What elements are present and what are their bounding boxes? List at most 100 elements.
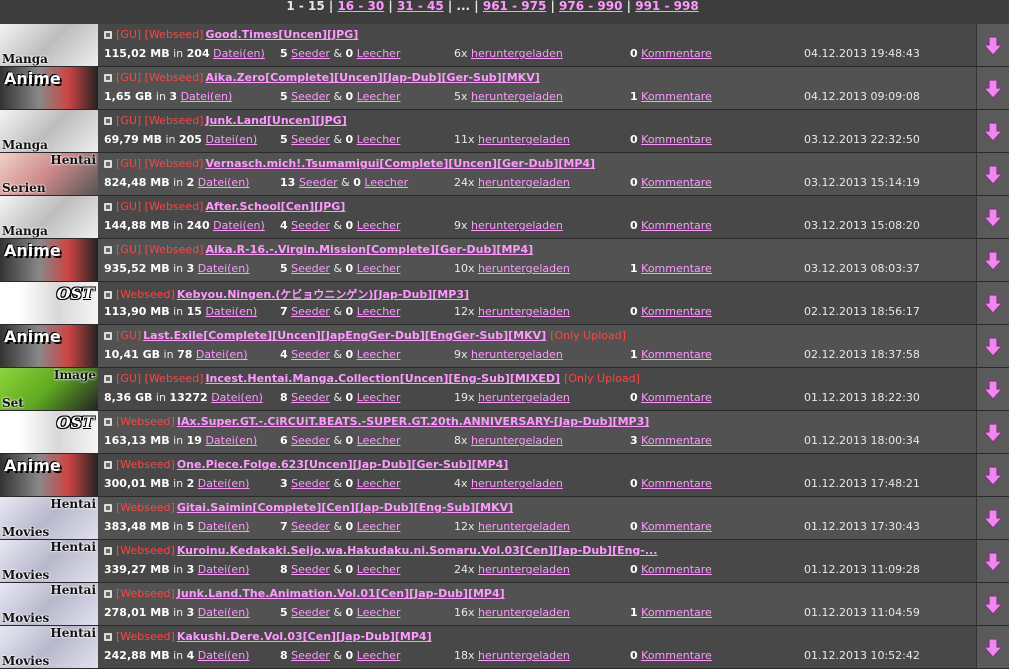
- torrent-title-link[interactable]: Kuroinu.Kedakaki.Seijo.wa.Hakudaku.ni.So…: [177, 544, 658, 557]
- downloaded-link[interactable]: heruntergeladen: [478, 649, 570, 662]
- download-arrow-icon[interactable]: [983, 466, 1003, 486]
- comments-link[interactable]: Kommentare: [641, 348, 712, 361]
- torrent-title-link[interactable]: Incest.Hentai.Manga.Collection[Uncen][En…: [205, 372, 560, 385]
- comments-link[interactable]: Kommentare: [641, 262, 712, 275]
- category-icon-anime[interactable]: Anime: [0, 67, 98, 109]
- leecher-link[interactable]: Leecher: [357, 520, 401, 533]
- files-link[interactable]: Datei(en): [198, 606, 250, 619]
- download-arrow-icon[interactable]: [983, 337, 1003, 357]
- downloaded-link[interactable]: heruntergeladen: [471, 219, 563, 232]
- seeder-link[interactable]: Seeder: [291, 90, 330, 103]
- download-arrow-icon[interactable]: [983, 36, 1003, 56]
- comments-link[interactable]: Kommentare: [641, 176, 712, 189]
- seeder-link[interactable]: Seeder: [291, 391, 330, 404]
- category-icon-movies[interactable]: Hentai Movies: [0, 540, 98, 582]
- category-icon-anime[interactable]: Anime: [0, 454, 98, 496]
- leecher-link[interactable]: Leecher: [357, 47, 401, 60]
- torrent-title-link[interactable]: One.Piece.Folge.623[Uncen][Jap-Dub][Ger-…: [177, 458, 509, 471]
- category-icon-manga[interactable]: Manga: [0, 24, 98, 66]
- files-link[interactable]: Datei(en): [198, 176, 250, 189]
- download-arrow-icon[interactable]: [983, 122, 1003, 142]
- leecher-link[interactable]: Leecher: [357, 348, 401, 361]
- torrent-title-link[interactable]: After.School[Cen][JPG]: [205, 200, 345, 213]
- category-icon-movies[interactable]: Hentai Movies: [0, 583, 98, 625]
- leecher-link[interactable]: Leecher: [357, 606, 401, 619]
- seeder-link[interactable]: Seeder: [291, 219, 330, 232]
- pager-link-16-30[interactable]: 16 - 30: [337, 0, 384, 13]
- torrent-title-link[interactable]: Aika.Zero[Complete][Uncen][Jap-Dub][Ger-…: [205, 71, 539, 84]
- download-arrow-icon[interactable]: [983, 165, 1003, 185]
- downloaded-link[interactable]: heruntergeladen: [478, 520, 570, 533]
- torrent-title-link[interactable]: Kebyou.Ningen.(ケビョウニンゲン)[Jap-Dub][MP3]: [177, 288, 469, 301]
- comments-link[interactable]: Kommentare: [641, 133, 712, 146]
- downloaded-link[interactable]: heruntergeladen: [471, 477, 563, 490]
- files-link[interactable]: Datei(en): [205, 434, 257, 447]
- torrent-title-link[interactable]: Good.Times[Uncen][JPG]: [205, 28, 358, 41]
- leecher-link[interactable]: Leecher: [357, 219, 401, 232]
- category-icon-movies[interactable]: Hentai Movies: [0, 626, 98, 668]
- torrent-title-link[interactable]: IAx.Super.GT.-.CiRCUiT.BEATS.-SUPER.GT.2…: [177, 415, 649, 428]
- downloaded-link[interactable]: heruntergeladen: [478, 133, 570, 146]
- pager-link-31-45[interactable]: 31 - 45: [397, 0, 444, 13]
- category-icon-manga[interactable]: Manga: [0, 110, 98, 152]
- seeder-link[interactable]: Seeder: [299, 176, 338, 189]
- leecher-link[interactable]: Leecher: [364, 176, 408, 189]
- files-link[interactable]: Datei(en): [205, 133, 257, 146]
- seeder-link[interactable]: Seeder: [291, 434, 330, 447]
- files-link[interactable]: Datei(en): [198, 477, 250, 490]
- downloaded-link[interactable]: heruntergeladen: [471, 90, 563, 103]
- seeder-link[interactable]: Seeder: [291, 520, 330, 533]
- downloaded-link[interactable]: heruntergeladen: [478, 563, 570, 576]
- torrent-title-link[interactable]: Junk.Land.The.Animation.Vol.01[Cen][Jap-…: [177, 587, 505, 600]
- downloaded-link[interactable]: heruntergeladen: [478, 176, 570, 189]
- download-arrow-icon[interactable]: [983, 595, 1003, 615]
- seeder-link[interactable]: Seeder: [291, 133, 330, 146]
- comments-link[interactable]: Kommentare: [641, 219, 712, 232]
- leecher-link[interactable]: Leecher: [357, 434, 401, 447]
- downloaded-link[interactable]: heruntergeladen: [478, 262, 570, 275]
- seeder-link[interactable]: Seeder: [291, 262, 330, 275]
- downloaded-link[interactable]: heruntergeladen: [471, 47, 563, 60]
- download-arrow-icon[interactable]: [983, 380, 1003, 400]
- download-arrow-icon[interactable]: [983, 552, 1003, 572]
- comments-link[interactable]: Kommentare: [641, 90, 712, 103]
- leecher-link[interactable]: Leecher: [357, 305, 401, 318]
- files-link[interactable]: Datei(en): [205, 305, 257, 318]
- files-link[interactable]: Datei(en): [196, 348, 248, 361]
- comments-link[interactable]: Kommentare: [641, 649, 712, 662]
- downloaded-link[interactable]: heruntergeladen: [478, 391, 570, 404]
- comments-link[interactable]: Kommentare: [641, 477, 712, 490]
- leecher-link[interactable]: Leecher: [357, 477, 401, 490]
- comments-link[interactable]: Kommentare: [641, 305, 712, 318]
- leecher-link[interactable]: Leecher: [357, 391, 401, 404]
- seeder-link[interactable]: Seeder: [291, 649, 330, 662]
- comments-link[interactable]: Kommentare: [641, 391, 712, 404]
- files-link[interactable]: Datei(en): [198, 262, 250, 275]
- download-arrow-icon[interactable]: [983, 294, 1003, 314]
- files-link[interactable]: Datei(en): [211, 391, 263, 404]
- category-icon-hentai[interactable]: Hentai Serien: [0, 153, 98, 195]
- seeder-link[interactable]: Seeder: [291, 305, 330, 318]
- pager-link-976-990[interactable]: 976 - 990: [559, 0, 622, 13]
- seeder-link[interactable]: Seeder: [291, 477, 330, 490]
- torrent-title-link[interactable]: Aika.R-16.-.Virgin.Mission[Complete][Ger…: [205, 243, 533, 256]
- downloaded-link[interactable]: heruntergeladen: [471, 434, 563, 447]
- comments-link[interactable]: Kommentare: [641, 606, 712, 619]
- seeder-link[interactable]: Seeder: [291, 47, 330, 60]
- seeder-link[interactable]: Seeder: [291, 563, 330, 576]
- torrent-title-link[interactable]: Junk.Land[Uncen][JPG]: [205, 114, 346, 127]
- downloaded-link[interactable]: heruntergeladen: [478, 606, 570, 619]
- files-link[interactable]: Datei(en): [198, 649, 250, 662]
- download-arrow-icon[interactable]: [983, 423, 1003, 443]
- leecher-link[interactable]: Leecher: [357, 90, 401, 103]
- download-arrow-icon[interactable]: [983, 509, 1003, 529]
- download-arrow-icon[interactable]: [983, 79, 1003, 99]
- files-link[interactable]: Datei(en): [181, 90, 233, 103]
- files-link[interactable]: Datei(en): [213, 219, 265, 232]
- leecher-link[interactable]: Leecher: [357, 262, 401, 275]
- torrent-title-link[interactable]: Last.Exile[Complete][Uncen][JapEngGer-Du…: [143, 329, 546, 342]
- pager-link-961-975[interactable]: 961 - 975: [483, 0, 546, 13]
- comments-link[interactable]: Kommentare: [641, 434, 712, 447]
- torrent-title-link[interactable]: Kakushi.Dere.Vol.03[Cen][Jap-Dub][MP4]: [177, 630, 432, 643]
- comments-link[interactable]: Kommentare: [641, 563, 712, 576]
